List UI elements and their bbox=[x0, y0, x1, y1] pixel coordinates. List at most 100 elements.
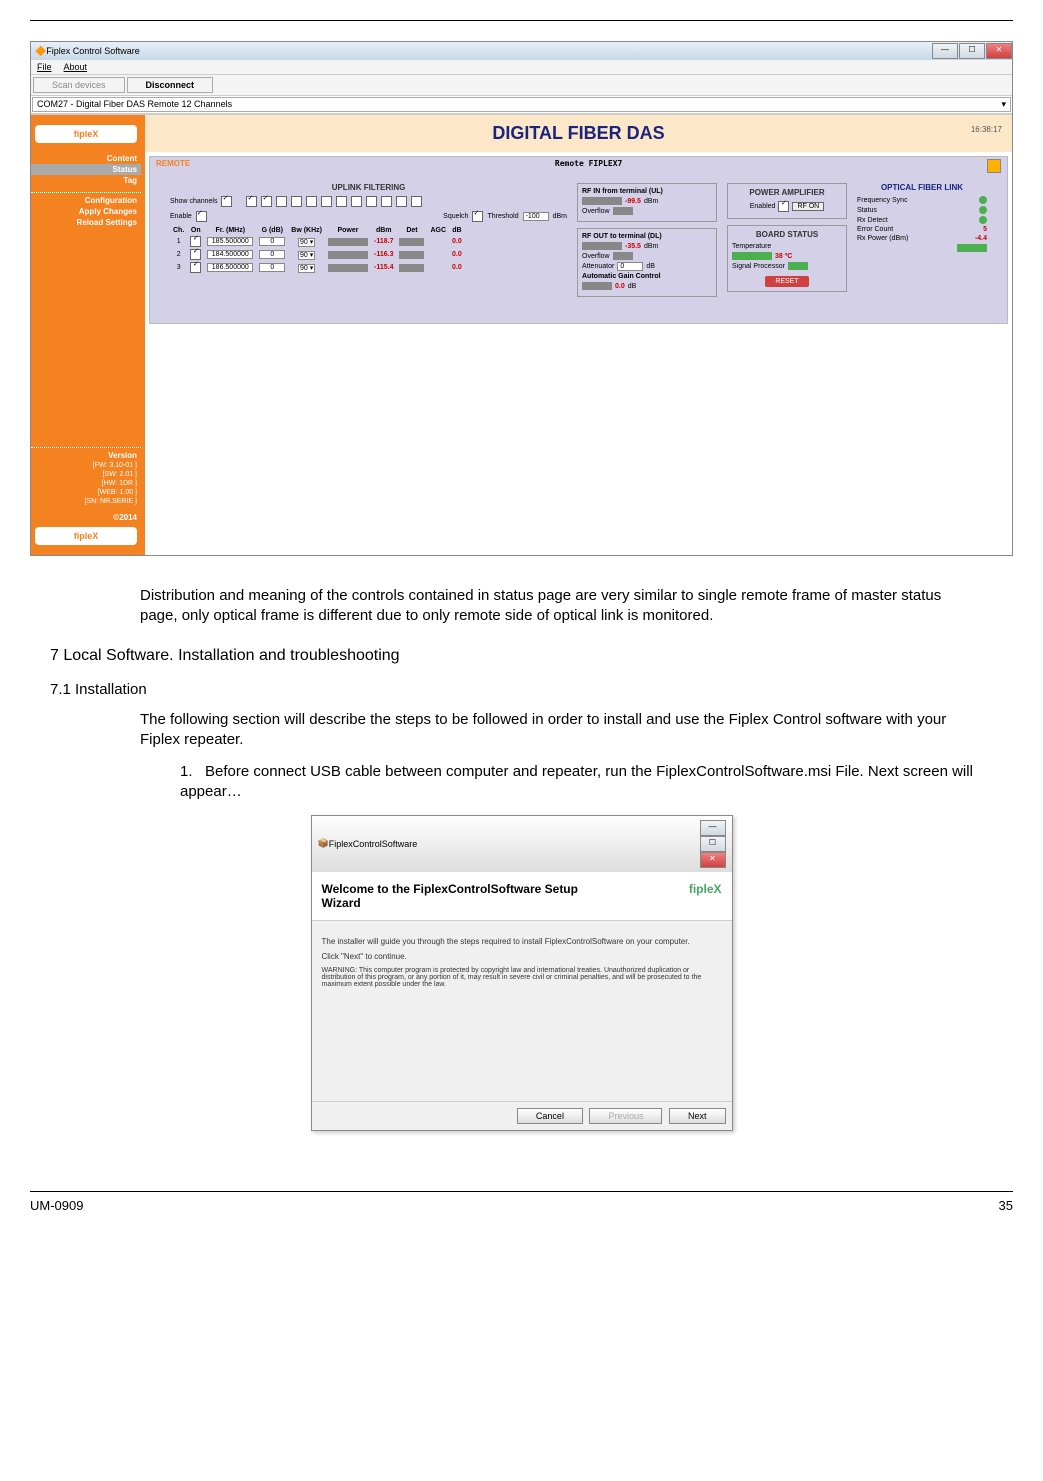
installer-warning: WARNING: This computer program is protec… bbox=[322, 967, 722, 988]
status-dot-icon bbox=[979, 206, 987, 214]
show-ch-12[interactable] bbox=[411, 196, 422, 207]
inst-maximize[interactable]: ☐ bbox=[700, 836, 726, 852]
section-7-1-heading: 7.1 Installation bbox=[50, 681, 1013, 698]
inst-close[interactable]: ✕ bbox=[700, 852, 726, 868]
page-footer: UM-0909 35 bbox=[30, 1191, 1013, 1213]
show-ch-all[interactable] bbox=[221, 196, 232, 207]
close-button[interactable]: ✕ bbox=[986, 43, 1012, 59]
ch1-freq[interactable]: 185.500000 bbox=[207, 237, 253, 246]
show-ch-1[interactable] bbox=[246, 196, 257, 207]
ch1-gain[interactable]: 0 bbox=[259, 237, 285, 246]
show-ch-5[interactable] bbox=[306, 196, 317, 207]
installer-welcome: Welcome to the FiplexControlSoftware Set… bbox=[322, 882, 582, 910]
threshold-unit: dBm bbox=[553, 213, 567, 220]
sidebar-version-label: Version bbox=[31, 450, 141, 461]
remote-status-icon bbox=[987, 159, 1001, 173]
disconnect-button[interactable]: Disconnect bbox=[127, 77, 214, 93]
squelch-label: Squelch bbox=[443, 213, 468, 220]
show-ch-4[interactable] bbox=[291, 196, 302, 207]
inst-minimize[interactable]: — bbox=[700, 820, 726, 836]
rf-on-button[interactable]: RF ON bbox=[792, 202, 824, 211]
sidebar-reload[interactable]: Reload Settings bbox=[31, 217, 141, 228]
banner: DIGITAL FIBER DAS 16:38:17 bbox=[145, 115, 1012, 152]
ch2-bw[interactable]: 90 ▾ bbox=[298, 251, 315, 260]
agc-label: Automatic Gain Control bbox=[582, 273, 712, 280]
squelch-checkbox[interactable] bbox=[472, 211, 483, 222]
show-ch-10[interactable] bbox=[381, 196, 392, 207]
ch1-bw[interactable]: 90 ▾ bbox=[298, 238, 315, 247]
status-dot-icon bbox=[979, 196, 987, 204]
ch2-freq[interactable]: 184.500000 bbox=[207, 250, 253, 259]
rf-in-val: -99.5 bbox=[625, 198, 641, 205]
cancel-button[interactable]: Cancel bbox=[517, 1108, 583, 1124]
ch2-agc: 0.0 bbox=[452, 251, 462, 258]
col-ch: Ch. bbox=[170, 226, 187, 235]
pa-enabled-label: Enabled bbox=[750, 203, 776, 210]
col-db: dB bbox=[449, 226, 465, 235]
reset-button[interactable]: RESET bbox=[765, 276, 808, 287]
pa-enabled-checkbox[interactable] bbox=[778, 201, 789, 212]
overflow-label2: Overflow bbox=[582, 253, 610, 260]
ch1-on[interactable] bbox=[190, 236, 201, 247]
copyright: ©2014 bbox=[31, 512, 141, 523]
col-bw: Bw (KHz) bbox=[288, 226, 325, 235]
menu-about[interactable]: About bbox=[64, 62, 88, 72]
overflow-label: Overflow bbox=[582, 208, 610, 215]
sidebar-configuration[interactable]: Configuration bbox=[31, 195, 141, 206]
table-row: 1 185.500000 0 90 ▾ -118.7 0.0 bbox=[170, 235, 465, 248]
minimize-button[interactable]: — bbox=[932, 43, 958, 59]
show-ch-6[interactable] bbox=[321, 196, 332, 207]
rf-in-bar bbox=[582, 197, 622, 205]
logo-bottom: fipleX bbox=[35, 527, 137, 545]
ch3-on[interactable] bbox=[190, 262, 201, 273]
uplink-panel: UPLINK FILTERING Show channels bbox=[170, 183, 567, 303]
sidebar-apply[interactable]: Apply Changes bbox=[31, 206, 141, 217]
show-ch-11[interactable] bbox=[396, 196, 407, 207]
show-ch-9[interactable] bbox=[366, 196, 377, 207]
paragraph: Distribution and meaning of the controls… bbox=[140, 586, 973, 627]
scan-devices-button[interactable]: Scan devices bbox=[33, 77, 125, 93]
ch3-bw[interactable]: 90 ▾ bbox=[298, 264, 315, 273]
show-ch-3[interactable] bbox=[276, 196, 287, 207]
next-button[interactable]: Next bbox=[669, 1108, 726, 1124]
previous-button[interactable]: Previous bbox=[589, 1108, 662, 1124]
opt-bar bbox=[957, 244, 987, 252]
paragraph: The following section will describe the … bbox=[140, 710, 973, 751]
app-title: Fiplex Control Software bbox=[46, 46, 140, 56]
ch2-gain[interactable]: 0 bbox=[259, 250, 285, 259]
threshold-input[interactable]: -100 bbox=[523, 212, 549, 221]
col-agc: AGC bbox=[427, 226, 449, 235]
show-ch-8[interactable] bbox=[351, 196, 362, 207]
opt-rxpower: Rx Power (dBm) bbox=[857, 235, 908, 242]
sidebar-status[interactable]: Status bbox=[31, 164, 141, 175]
col-dbm: dBm bbox=[371, 226, 396, 235]
show-ch-7[interactable] bbox=[336, 196, 347, 207]
main-area: DIGITAL FIBER DAS 16:38:17 REMOTE Remote… bbox=[145, 115, 1012, 555]
table-row: 2 184.500000 0 90 ▾ -116.3 0.0 bbox=[170, 248, 465, 261]
section-7-heading: 7 Local Software. Installation and troub… bbox=[50, 647, 1013, 665]
agc-val: 0.0 bbox=[615, 283, 625, 290]
maximize-button[interactable]: ☐ bbox=[959, 43, 985, 59]
device-combo[interactable]: COM27 - Digital Fiber DAS Remote 12 Chan… bbox=[32, 97, 1011, 112]
ch3-freq[interactable]: 186.500000 bbox=[207, 263, 253, 272]
ch2-on[interactable] bbox=[190, 249, 201, 260]
col-power: Power bbox=[325, 226, 371, 235]
version-sn: [SN: NR.SERIE ] bbox=[31, 497, 141, 506]
attenuator-input[interactable]: 0 bbox=[617, 262, 643, 271]
ch3-dbm: -115.4 bbox=[374, 264, 393, 271]
opt-freq: Frequency Sync bbox=[857, 197, 908, 204]
menu-bar: File About bbox=[31, 60, 1012, 75]
menu-file[interactable]: File bbox=[37, 62, 52, 72]
app-icon: 🔶 bbox=[35, 46, 46, 57]
show-ch-2[interactable] bbox=[261, 196, 272, 207]
sidebar-content[interactable]: Content bbox=[31, 153, 141, 164]
ch1-agc: 0.0 bbox=[452, 238, 462, 245]
board-title: BOARD STATUS bbox=[732, 230, 842, 239]
status-dot-icon bbox=[979, 216, 987, 224]
combo-value: COM27 - Digital Fiber DAS Remote 12 Chan… bbox=[37, 99, 232, 110]
sidebar-tag[interactable]: Tag bbox=[31, 175, 141, 186]
ch3-gain[interactable]: 0 bbox=[259, 263, 285, 272]
enable-checkbox[interactable] bbox=[196, 211, 207, 222]
opt-rxdet: Rx Detect bbox=[857, 217, 888, 224]
version-fw: [FW: 3.10-01 ] bbox=[31, 461, 141, 470]
